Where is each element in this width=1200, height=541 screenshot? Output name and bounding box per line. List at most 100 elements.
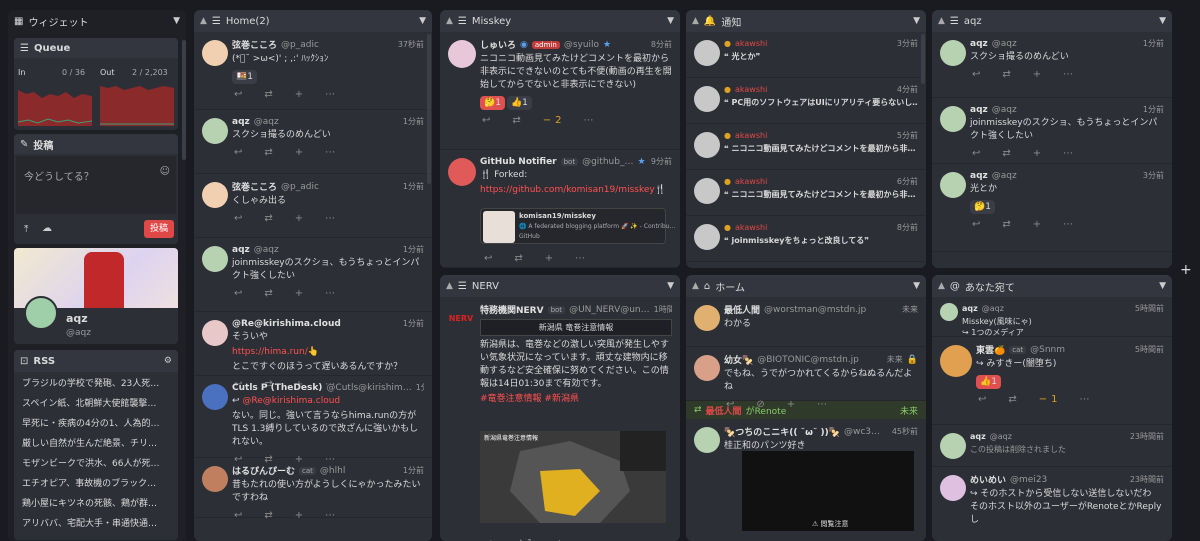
note-time[interactable]: 8分前 xyxy=(651,39,672,50)
avatar[interactable] xyxy=(694,355,720,381)
avatar[interactable] xyxy=(202,118,228,144)
reply-icon[interactable]: ↩ xyxy=(234,288,242,299)
note[interactable]: aqz @aqz 23時間前 この投稿は削除されました xyxy=(932,425,1172,467)
collapse-icon[interactable]: ▲ xyxy=(446,281,453,291)
renote-icon[interactable]: ⇄ xyxy=(1002,148,1010,159)
notification-user[interactable]: akawshi xyxy=(735,39,767,48)
avatar[interactable] xyxy=(694,305,720,331)
avatar[interactable] xyxy=(694,40,720,66)
add-column-button[interactable]: + xyxy=(1180,262,1192,278)
collapse-icon[interactable]: ▲ xyxy=(446,16,453,26)
chevron-down-icon[interactable]: ▼ xyxy=(913,281,920,291)
profile-name[interactable]: aqz xyxy=(66,312,88,325)
reply-icon[interactable]: ↩ xyxy=(234,510,242,521)
avatar[interactable] xyxy=(202,246,228,272)
reply-icon[interactable]: ↩ xyxy=(234,213,242,224)
chevron-down-icon[interactable]: ▼ xyxy=(667,16,674,26)
plus-icon[interactable]: + xyxy=(295,89,303,100)
reply-icon[interactable]: ↩ xyxy=(482,115,490,126)
note-time[interactable]: 5時間前 xyxy=(1135,303,1164,314)
collapse-icon[interactable]: ▲ xyxy=(692,16,699,26)
reaction[interactable]: 🤔1 xyxy=(970,200,995,214)
plus-icon[interactable]: + xyxy=(295,213,303,224)
renote-icon[interactable]: ⇄ xyxy=(264,510,272,521)
sensitive-media[interactable]: ⚠ 閲覧注意 xyxy=(742,451,914,531)
nerv-header[interactable]: ▲ ☰ NERV ▼ xyxy=(440,275,680,297)
rss-item[interactable]: 早死に・疾病の4分の1、人為的… xyxy=(14,412,178,432)
notifications-header[interactable]: ▲ 🔔 通知 ▼ xyxy=(686,10,926,32)
plus-icon[interactable]: + xyxy=(295,288,303,299)
renote-icon[interactable]: ⇄ xyxy=(1002,69,1010,80)
note-time[interactable]: 1分前 xyxy=(403,244,424,255)
avatar[interactable] xyxy=(940,345,972,377)
note-author[interactable]: 弦巻こころ xyxy=(232,180,277,193)
note-author[interactable]: 最低人間 xyxy=(724,303,760,316)
renote-icon[interactable]: ⇄ xyxy=(264,147,272,158)
notification-user[interactable]: akawshi xyxy=(735,85,767,94)
avatar[interactable] xyxy=(202,40,228,66)
note[interactable]: aqz @aqz 1分前 joinmisskeyのスクショ、もうちょっとインパクト強く… xyxy=(932,98,1172,164)
note-author[interactable]: @Re@kirishima.cloud xyxy=(232,319,341,329)
rss-item[interactable]: 厳しい自然が生んだ絶景、チリ… xyxy=(14,432,178,452)
avatar[interactable] xyxy=(940,172,966,198)
note-author[interactable]: 東雲🍊 xyxy=(976,343,1005,356)
plus-icon[interactable]: + xyxy=(295,510,303,521)
more-icon[interactable]: ⋯ xyxy=(584,115,594,126)
note-time[interactable]: 1分前 xyxy=(416,382,424,393)
note-time[interactable]: 1分前 xyxy=(1143,104,1164,115)
note-time[interactable]: 1分前 xyxy=(403,116,424,127)
mentions-header[interactable]: ▲ @ あなた宛て ▼ xyxy=(932,275,1172,297)
rss-item[interactable]: エチオピア、事故機のブラック… xyxy=(14,472,178,492)
reply-icon[interactable]: ↩ xyxy=(234,89,242,100)
renote-icon[interactable]: ⇄ xyxy=(264,288,272,299)
more-icon[interactable]: ⋯ xyxy=(817,399,827,410)
reply-icon[interactable]: ↩ xyxy=(234,147,242,158)
note-time[interactable]: 9分前 xyxy=(651,156,672,167)
note-author[interactable]: しゅいろ xyxy=(480,38,516,51)
note-time[interactable]: 23時間前 xyxy=(1130,474,1164,485)
reaction-thinking[interactable]: 🤔1 xyxy=(480,96,505,110)
avatar[interactable] xyxy=(694,224,720,250)
avatar[interactable] xyxy=(940,106,966,132)
renote-icon[interactable]: ⇄ xyxy=(514,253,522,264)
reaction[interactable]: 🍱1 xyxy=(232,70,257,84)
home-header[interactable]: ▲ ⌂ ホーム ▼ xyxy=(686,275,926,297)
misskey-header[interactable]: ▲ ☰ Misskey ▼ xyxy=(440,10,680,32)
home2-scrollbar[interactable] xyxy=(427,34,431,184)
note[interactable]: @Re@kirishima.cloud 1分前 そういや https://hima.r… xyxy=(194,312,432,390)
plus-icon[interactable]: + xyxy=(1033,69,1041,80)
rss-item[interactable]: ブラジルの学校で発砲、23人死… xyxy=(14,372,178,392)
renote-icon[interactable]: ⇄ xyxy=(1002,219,1010,230)
rss-item[interactable]: モザンビークで洪水、66人が死… xyxy=(14,452,178,472)
note-author[interactable]: GitHub Notifier xyxy=(480,157,557,167)
chevron-down-icon[interactable]: ▼ xyxy=(1159,281,1166,291)
note-author[interactable]: 幼女🍢 xyxy=(724,353,753,366)
note[interactable]: めいめい @mei23 23時間前 ↪ そのホストから受信しない送信しないだわ その… xyxy=(932,467,1172,527)
note[interactable]: GitHub Notifier bot @github_… ★ 9分前 🍴 Forked… xyxy=(440,150,680,268)
widgets-header[interactable]: ▦ ウィジェット ▼ xyxy=(8,10,186,32)
cloud-icon[interactable]: ☁ xyxy=(42,223,52,234)
reply-icon[interactable]: ↩ xyxy=(972,219,980,230)
plus-icon[interactable]: + xyxy=(545,253,553,264)
avatar[interactable] xyxy=(694,178,720,204)
url-preview-card[interactable]: komisan19/misskey 🌐 A federated blogging… xyxy=(480,208,676,244)
note-author[interactable]: 弦巻こころ xyxy=(232,38,277,51)
collapse-icon[interactable]: ▲ xyxy=(938,16,945,26)
notification-user[interactable]: akawshi xyxy=(735,131,767,140)
more-icon[interactable]: ⋯ xyxy=(1080,394,1090,405)
chevron-down-icon[interactable]: ▼ xyxy=(913,16,920,26)
post-submit-button[interactable]: 投稿 xyxy=(144,220,174,238)
note-time[interactable]: 未来 xyxy=(887,354,903,365)
notification-item[interactable]: ● akawshi 4分前 ❝ PC用のソフトウェアはUIにリアリティ要らないし… xyxy=(686,78,926,124)
note-author[interactable]: aqz xyxy=(970,171,988,181)
notification-item[interactable]: ● akawshi 6分前 ❝ ニコニコ動画見てみたけどコメントを最初から非… xyxy=(686,170,926,216)
more-icon[interactable]: ⋯ xyxy=(325,288,335,299)
reaction-icon[interactable]: − xyxy=(543,115,551,126)
avatar[interactable] xyxy=(24,296,58,330)
chevron-down-icon[interactable]: ▼ xyxy=(419,16,426,26)
note[interactable]: しゅいろ ◉ admin @syuilo ★ 8分前 ニコニコ動画見てみたけどコメントを最… xyxy=(440,32,680,150)
reaction-icon[interactable]: − xyxy=(1039,394,1047,405)
note-author[interactable]: aqz xyxy=(232,245,250,255)
renote-icon[interactable]: ⇄ xyxy=(1008,394,1016,405)
note[interactable]: aqz @aqz 1分前 joinmisskeyのスクショ、もうちょっとインパクト強く… xyxy=(194,238,432,312)
